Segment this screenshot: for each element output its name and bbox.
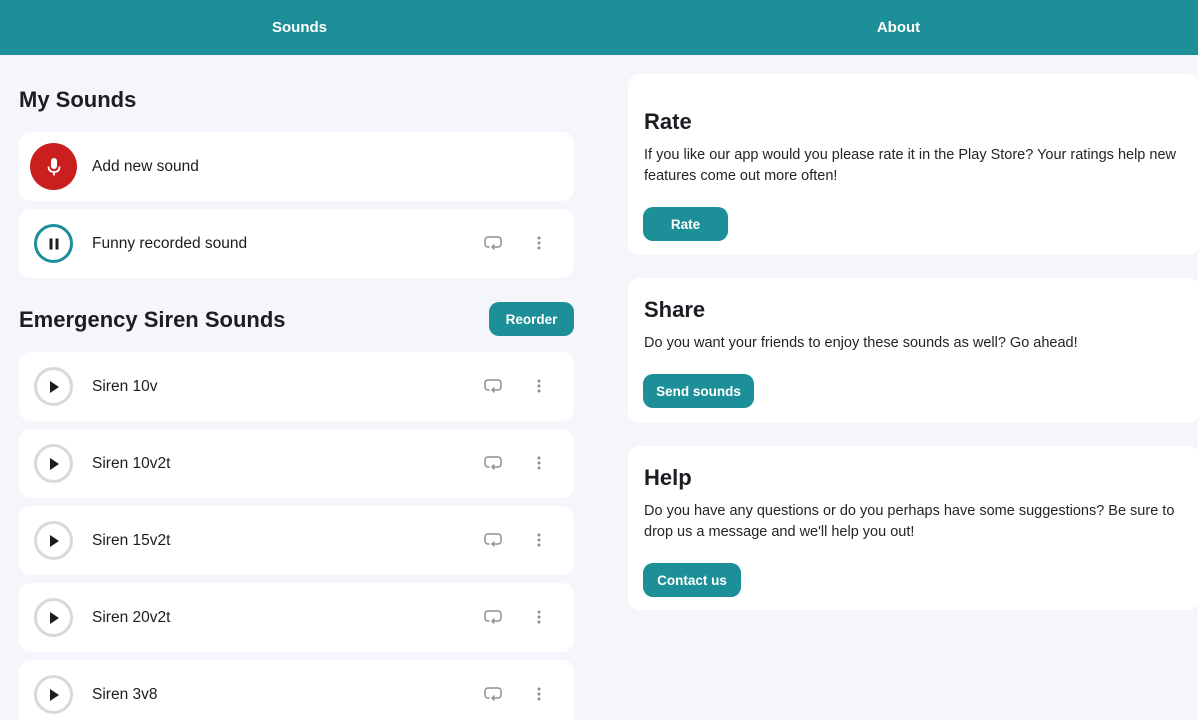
pause-icon bbox=[49, 238, 58, 249]
tab-about[interactable]: About bbox=[599, 0, 1198, 55]
siren-item[interactable]: Siren 20v2t bbox=[19, 583, 574, 652]
tab-sounds[interactable]: Sounds bbox=[0, 0, 599, 55]
add-new-sound-label: Add new sound bbox=[92, 157, 199, 175]
siren-section-title: Emergency Siren Sounds bbox=[19, 307, 286, 332]
top-tab-bar: Sounds About bbox=[0, 0, 1198, 55]
play-icon bbox=[49, 457, 59, 470]
siren-item-label: Siren 3v8 bbox=[92, 685, 158, 703]
send-sounds-button[interactable]: Send sounds bbox=[643, 374, 754, 408]
play-button[interactable] bbox=[34, 598, 73, 637]
sound-item[interactable]: Funny recorded sound bbox=[19, 209, 574, 278]
share-card: Share Do you want your friends to enjoy … bbox=[628, 278, 1198, 423]
rate-button[interactable]: Rate bbox=[643, 207, 728, 241]
play-button[interactable] bbox=[34, 521, 73, 560]
sound-item-label: Funny recorded sound bbox=[92, 234, 248, 252]
play-icon bbox=[49, 534, 59, 547]
rate-text: If you like our app would you please rat… bbox=[644, 147, 1176, 184]
play-button[interactable] bbox=[34, 444, 73, 483]
play-icon bbox=[49, 688, 59, 701]
loop-icon[interactable] bbox=[484, 531, 502, 549]
loop-icon[interactable] bbox=[484, 608, 502, 626]
siren-item[interactable]: Siren 10v bbox=[19, 352, 574, 421]
siren-item[interactable]: Siren 3v8 bbox=[19, 660, 574, 720]
loop-icon[interactable] bbox=[484, 234, 502, 252]
siren-item-label: Siren 20v2t bbox=[92, 608, 171, 626]
siren-item[interactable]: Siren 10v2t bbox=[19, 429, 574, 498]
rate-title: Rate bbox=[644, 109, 692, 134]
play-icon bbox=[49, 611, 59, 624]
siren-item-label: Siren 10v2t bbox=[92, 454, 171, 472]
share-title: Share bbox=[644, 297, 706, 322]
loop-icon[interactable] bbox=[484, 454, 502, 472]
more-vertical-icon[interactable] bbox=[531, 684, 547, 704]
siren-item-label: Siren 10v bbox=[92, 377, 158, 395]
more-vertical-icon[interactable] bbox=[531, 607, 547, 627]
my-sounds-title: My Sounds bbox=[19, 87, 137, 112]
reorder-button[interactable]: Reorder bbox=[489, 302, 574, 336]
add-new-sound-card[interactable]: Add new sound bbox=[19, 132, 574, 201]
play-button[interactable] bbox=[34, 675, 73, 714]
more-vertical-icon[interactable] bbox=[531, 376, 547, 396]
more-vertical-icon[interactable] bbox=[531, 453, 547, 473]
more-vertical-icon[interactable] bbox=[531, 233, 547, 253]
siren-item[interactable]: Siren 15v2t bbox=[19, 506, 574, 575]
share-text: Do you want your friends to enjoy these … bbox=[644, 335, 1078, 351]
loop-icon[interactable] bbox=[484, 377, 502, 395]
help-title: Help bbox=[644, 465, 692, 490]
pause-button[interactable] bbox=[34, 224, 73, 263]
siren-item-label: Siren 15v2t bbox=[92, 531, 171, 549]
play-icon bbox=[49, 380, 59, 393]
contact-us-button[interactable]: Contact us bbox=[643, 563, 741, 597]
more-vertical-icon[interactable] bbox=[531, 530, 547, 550]
record-button[interactable] bbox=[30, 143, 77, 190]
help-card: Help Do you have any questions or do you… bbox=[628, 446, 1198, 610]
microphone-icon bbox=[47, 157, 60, 175]
play-button[interactable] bbox=[34, 367, 73, 406]
rate-card: Rate If you like our app would you pleas… bbox=[628, 74, 1198, 255]
loop-icon[interactable] bbox=[484, 685, 502, 703]
help-text: Do you have any questions or do you perh… bbox=[644, 503, 1175, 540]
